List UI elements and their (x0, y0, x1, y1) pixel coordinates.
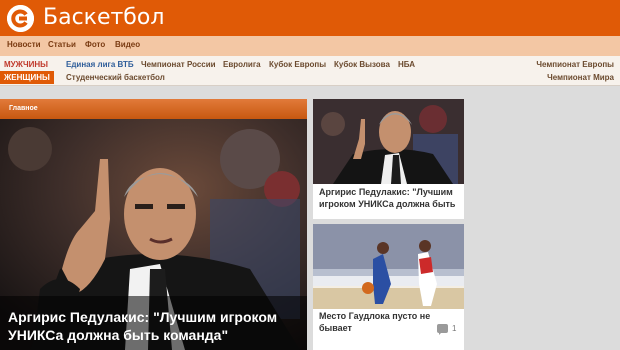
nav-news[interactable]: Новости (7, 40, 41, 49)
main-section-header: Главное (0, 99, 307, 119)
main-headline[interactable]: Аргирис Педулакис: "Лучшим игроком УНИКС… (8, 308, 298, 344)
side-story-1-title[interactable]: Аргирис Педулакис: "Лучшим игроком УНИКС… (319, 186, 459, 210)
site-title[interactable]: Баскетбол (43, 4, 164, 32)
cat-euro-championship[interactable]: Чемпионат Европы (536, 60, 614, 69)
section-nav: Новости Статьи Фото Видео (0, 36, 620, 56)
logo-icon[interactable] (7, 5, 34, 32)
site-header: Баскетбол (0, 0, 620, 36)
cat-euroleague[interactable]: Евролига (223, 60, 261, 69)
nav-photo[interactable]: Фото (85, 40, 105, 49)
cat-vtb[interactable]: Единая лига ВТБ (66, 60, 134, 69)
cat-nba[interactable]: НБА (398, 60, 415, 69)
cat-russia[interactable]: Чемпионат России (141, 60, 216, 69)
cat-student[interactable]: Студенческий баскетбол (66, 73, 165, 82)
category-bar: МУЖЧИНЫ ЖЕНЩИНЫ Единая лига ВТБ Чемпиона… (0, 56, 620, 86)
side-story-1[interactable]: Аргирис Педулакис: "Лучшим игроком УНИКС… (313, 99, 464, 219)
side-story-1-photo (313, 99, 464, 184)
comment-count[interactable]: 1 (452, 324, 456, 333)
nav-articles[interactable]: Статьи (48, 40, 76, 49)
comment-icon[interactable] (437, 324, 448, 335)
main-caption: Аргирис Педулакис: "Лучшим игроком УНИКС… (0, 296, 307, 350)
cat-eurocup[interactable]: Кубок Европы (269, 60, 326, 69)
cat-world-championship[interactable]: Чемпионат Мира (547, 73, 614, 82)
nav-video[interactable]: Видео (115, 40, 140, 49)
main-story[interactable]: Главное Аргирис Педулакис: "Лучшим игрок… (0, 99, 307, 350)
tab-men[interactable]: МУЖЧИНЫ (0, 58, 54, 71)
side-story-2[interactable]: Место Гаудлока пусто не бывает 1 (313, 224, 464, 350)
cat-challenge-cup[interactable]: Кубок Вызова (334, 60, 390, 69)
main-section-label: Главное (9, 105, 38, 112)
side-story-2-photo (313, 224, 464, 309)
tab-women[interactable]: ЖЕНЩИНЫ (0, 71, 54, 84)
